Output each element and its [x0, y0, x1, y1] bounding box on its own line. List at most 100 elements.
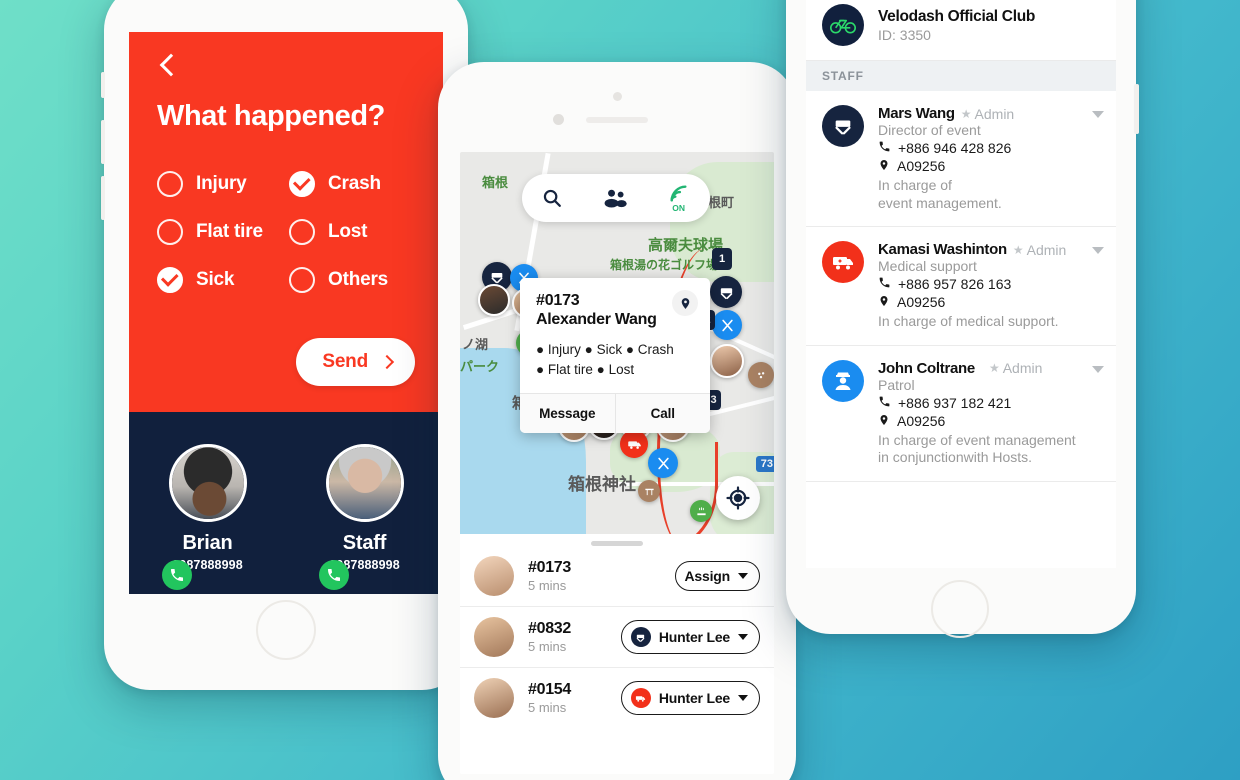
- option-sick[interactable]: Sick: [157, 267, 283, 293]
- staff-list-item[interactable]: Mars Wang ★ Admin Director of event +886 …: [806, 91, 1116, 227]
- map-label: パーク: [460, 359, 500, 374]
- avatar: [325, 444, 404, 522]
- crosshair-locate-icon[interactable]: [716, 476, 760, 520]
- staff-name: Kamasi Washinton: [878, 241, 1007, 258]
- option-flat-tire[interactable]: Flat tire: [157, 219, 283, 245]
- option-lost[interactable]: Lost: [289, 219, 415, 245]
- assignee-dropdown[interactable]: Hunter Lee: [620, 620, 760, 654]
- phone-incident-form: What happened? Injury Crash Flat tire Lo…: [101, 0, 468, 690]
- ambulance-marker[interactable]: [620, 430, 648, 458]
- route-stop-1-marker[interactable]: 1: [712, 248, 732, 270]
- chevron-left-icon[interactable]: [157, 54, 179, 76]
- marshal-icon: [630, 627, 651, 647]
- contact-name: Staff: [342, 532, 387, 554]
- assign-dropdown[interactable]: Assign: [674, 561, 760, 591]
- bicycle-logo-icon: [822, 4, 864, 46]
- home-button[interactable]: [256, 600, 316, 660]
- broadcast-state-label: ON: [672, 203, 686, 214]
- contact-card[interactable]: Staff 0987888998: [305, 444, 425, 594]
- police-officer-icon: [822, 359, 864, 402]
- radio-lost[interactable]: [289, 219, 315, 245]
- club-name: Velodash Official Club: [878, 7, 1036, 25]
- chevron-down-icon[interactable]: [1092, 365, 1104, 373]
- staff-phone[interactable]: +886 957 826 163: [898, 276, 1011, 292]
- shrine-poi-marker[interactable]: [638, 480, 660, 502]
- earpiece-speaker: [586, 117, 648, 123]
- phone-call-icon[interactable]: [318, 560, 349, 590]
- chevron-down-icon: [738, 695, 748, 701]
- chevron-down-icon[interactable]: [1092, 111, 1104, 118]
- marshal-marker[interactable]: [710, 276, 742, 308]
- staff-phone[interactable]: +886 937 182 421: [898, 395, 1011, 411]
- rider-avatar-marker[interactable]: [710, 344, 744, 378]
- staff-list-item[interactable]: Kamasi Washinton ★ Admin Medical support …: [806, 227, 1116, 346]
- lodging-poi-marker[interactable]: [748, 362, 774, 388]
- send-button[interactable]: Send: [296, 338, 415, 386]
- emergency-contacts-panel: Brian 0987888998 Staff 0987888998: [129, 412, 443, 594]
- staff-phone[interactable]: +886 946 428 826: [898, 140, 1011, 156]
- mechanic-marker[interactable]: [712, 310, 742, 340]
- radio-crash[interactable]: [289, 171, 315, 197]
- onsen-poi-marker[interactable]: [690, 500, 712, 522]
- mechanic-marker[interactable]: [648, 448, 678, 478]
- mute-switch: [101, 72, 105, 98]
- call-button[interactable]: Call: [614, 394, 711, 434]
- phone-call-icon[interactable]: [161, 560, 192, 590]
- assignee-dropdown[interactable]: Hunter Lee: [620, 681, 760, 715]
- option-crash[interactable]: Crash: [289, 171, 415, 197]
- power-button: [1135, 84, 1139, 134]
- ambulance-icon: [822, 241, 864, 283]
- broadcast-signal-icon[interactable]: ON: [667, 183, 691, 213]
- message-button[interactable]: Message: [520, 394, 615, 433]
- front-camera-dot: [613, 92, 622, 101]
- rider-avatar-marker[interactable]: [478, 284, 510, 316]
- staff-admin-label: Admin: [1002, 360, 1043, 376]
- home-button[interactable]: [931, 580, 989, 638]
- staff-role: Patrol: [878, 376, 915, 393]
- incident-form-panel: What happened? Injury Crash Flat tire Lo…: [129, 32, 443, 412]
- search-icon[interactable]: [541, 187, 563, 209]
- map-pin-icon[interactable]: [672, 290, 698, 316]
- option-label: Crash: [328, 173, 381, 194]
- avatar: [168, 444, 247, 522]
- map-canvas[interactable]: 箱根 根町 高爾夫球場 箱根湯の花ゴルフ場 ノ湖 パーク 箱 箱根神社 レ: [460, 152, 774, 534]
- people-group-icon[interactable]: [602, 188, 628, 208]
- list-item[interactable]: #0832 5 mins Hunter Lee: [460, 607, 774, 668]
- phone-icon: [878, 276, 891, 292]
- map-pin-icon: [878, 158, 890, 174]
- assignee-label: Hunter Lee: [658, 629, 730, 645]
- option-others[interactable]: Others: [289, 267, 415, 293]
- radio-sick[interactable]: [157, 267, 183, 293]
- radio-others[interactable]: [289, 267, 315, 293]
- chevron-down-icon: [738, 634, 748, 640]
- list-item[interactable]: #0173 5 mins Assign: [460, 546, 774, 607]
- staff-note: In charge of event management in conjunc…: [878, 431, 1076, 466]
- staff-admin-label: Admin: [974, 105, 1015, 122]
- incident-popup-card: #0173 Alexander Wang ● Injury ● Sick ● C…: [520, 278, 711, 434]
- map-screen: 箱根 根町 高爾夫球場 箱根湯の花ゴルフ場 ノ湖 パーク 箱 箱根神社 レ: [460, 152, 774, 774]
- incident-time: 5 mins: [528, 578, 567, 593]
- incident-id: #0832: [528, 620, 571, 637]
- incident-time: 5 mins: [528, 639, 567, 654]
- option-label: Others: [328, 269, 389, 290]
- phone-icon: [878, 395, 891, 411]
- option-label: Flat tire: [196, 221, 263, 242]
- page-title: What happened?: [157, 100, 386, 132]
- list-item[interactable]: #0154 5 mins Hunter Lee: [460, 668, 774, 728]
- chevron-down-icon[interactable]: [1092, 247, 1104, 254]
- map-pin-icon: [878, 413, 890, 429]
- club-header[interactable]: Velodash Official Club ID: 3350: [806, 0, 1116, 61]
- proximity-sensor-dot: [553, 114, 564, 125]
- phone-icon: [878, 140, 891, 156]
- staff-admin-label: Admin: [1026, 241, 1067, 258]
- option-label: Lost: [328, 221, 368, 242]
- staff-role: Director of event: [878, 122, 981, 138]
- map-label: 箱根神社: [568, 475, 636, 494]
- staff-list-screen: Velodash Official Club ID: 3350 STAFF Ma…: [806, 0, 1116, 568]
- option-injury[interactable]: Injury: [157, 171, 283, 197]
- radio-injury[interactable]: [157, 171, 183, 197]
- contact-card[interactable]: Brian 0987888998: [148, 444, 268, 594]
- staff-note: In charge of medical support.: [878, 313, 1059, 329]
- staff-list-item[interactable]: John Coltrane ★ Admin Patrol +886 937 182…: [806, 346, 1116, 482]
- radio-flat-tire[interactable]: [157, 219, 183, 245]
